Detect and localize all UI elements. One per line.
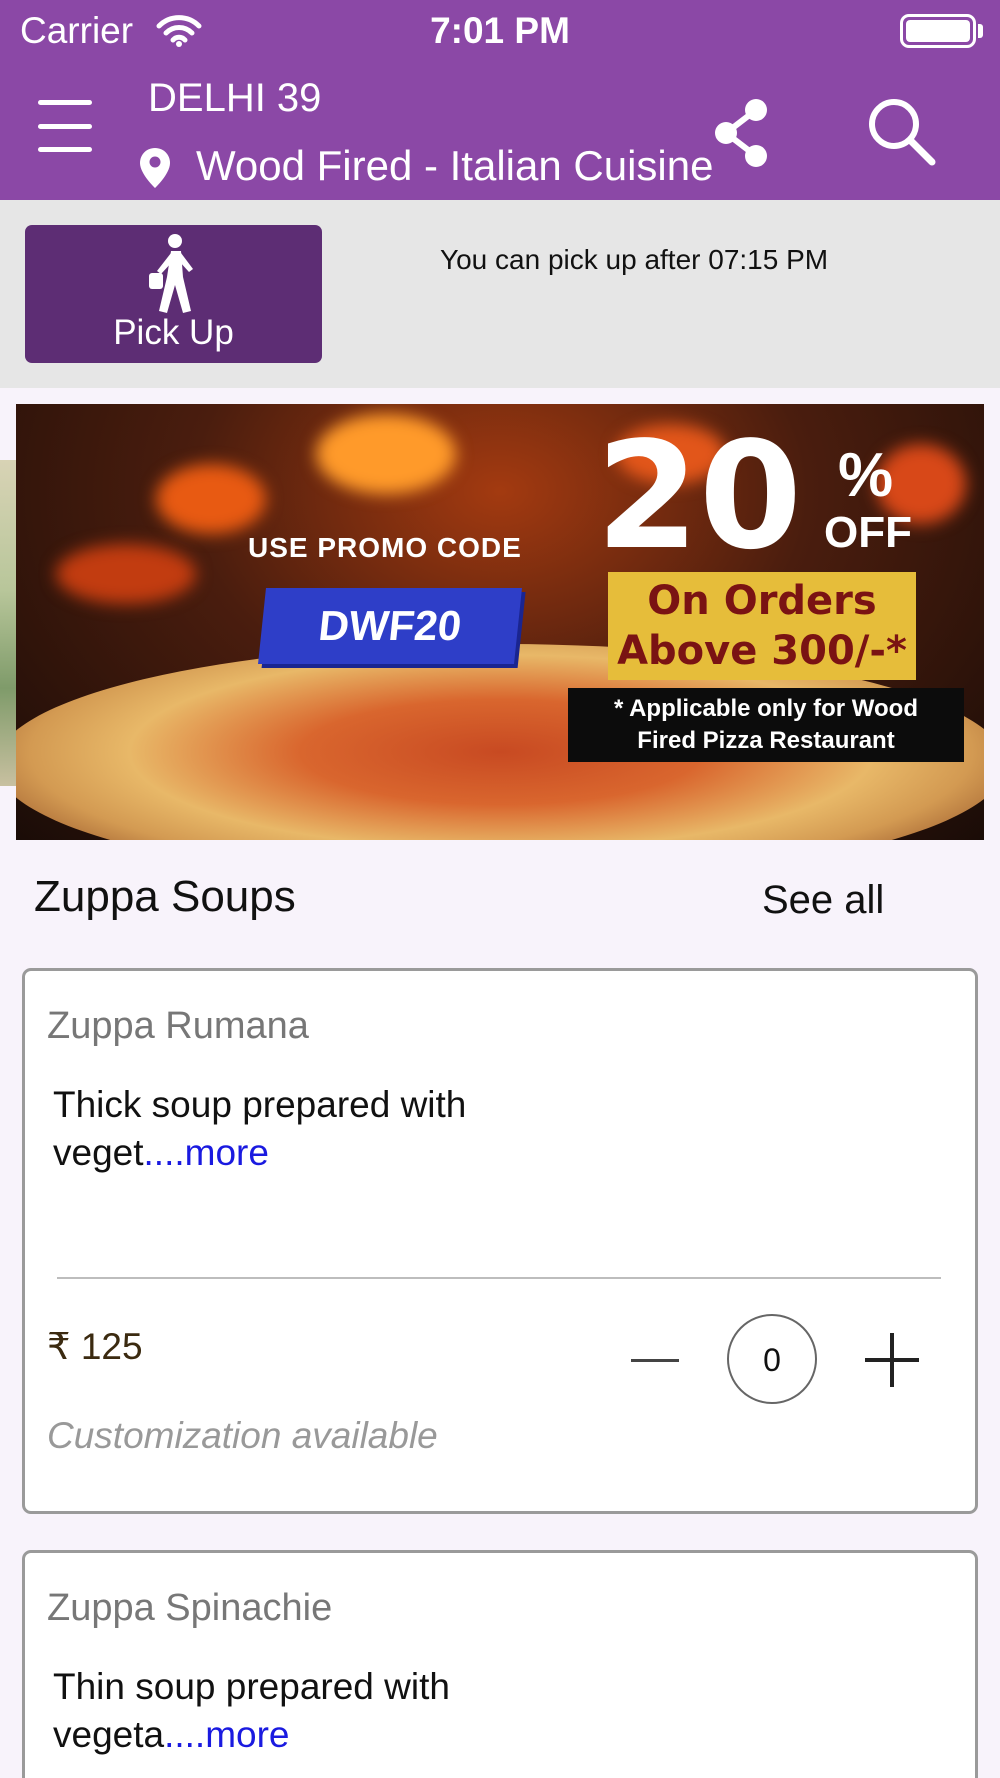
item-description: Thin soup prepared with vegeta....more — [53, 1663, 613, 1759]
card-divider — [57, 1277, 941, 1279]
decrease-quantity-button[interactable] — [631, 1341, 681, 1381]
status-bar: Carrier 7:01 PM — [0, 0, 1000, 64]
note-line-1: * Applicable only for Wood — [613, 695, 918, 722]
restaurant-name[interactable]: Wood Fired - Italian Cuisine — [196, 142, 766, 190]
pickup-button[interactable]: Pick Up — [25, 225, 322, 363]
menu-item-card[interactable]: Zuppa Spinachie Thin soup prepared with … — [22, 1550, 978, 1778]
orders-condition: On Orders Above 300/-* — [608, 572, 916, 680]
more-link[interactable]: ....more — [144, 1132, 269, 1173]
battery-icon — [900, 14, 976, 48]
section-title: Zuppa Soups — [34, 872, 296, 921]
city-label[interactable]: DELHI 39 — [148, 76, 321, 121]
search-icon[interactable] — [866, 96, 936, 166]
fire-glow — [56, 544, 196, 604]
promo-label: USE PROMO CODE — [248, 532, 522, 563]
discount-percent: % — [838, 441, 894, 510]
item-name: Zuppa Rumana — [47, 1005, 309, 1047]
promo-code: DWF20 — [258, 588, 522, 664]
fire-glow — [316, 414, 456, 494]
orders-line-2: Above 300/-* — [617, 628, 907, 674]
customization-note: Customization available — [47, 1415, 438, 1456]
fire-glow — [156, 464, 266, 534]
menu-icon[interactable] — [38, 100, 92, 152]
location-pin-icon — [140, 148, 170, 188]
discount-value: 20 — [596, 410, 802, 582]
menu-item-card[interactable]: Zuppa Rumana Thick soup prepared with ve… — [22, 968, 978, 1514]
quantity-value: 0 — [727, 1314, 817, 1404]
pickup-label: Pick Up — [113, 313, 234, 352]
share-icon[interactable] — [712, 98, 772, 168]
previous-banner-peek[interactable] — [0, 460, 16, 786]
item-name: Zuppa Spinachie — [47, 1587, 333, 1629]
pickup-time-note: You can pick up after 07:15 PM — [440, 244, 829, 275]
clock: 7:01 PM — [430, 10, 570, 51]
note-line-2: Fired Pizza Restaurant — [637, 727, 895, 754]
minus-icon — [631, 1359, 679, 1362]
increase-quantity-button[interactable] — [865, 1333, 919, 1387]
more-link[interactable]: ....more — [164, 1714, 289, 1755]
orders-line-1: On Orders — [647, 578, 877, 624]
discount-off: OFF — [824, 508, 912, 557]
walking-person-icon — [149, 234, 193, 313]
pickup-bar: Pick Up You can pick up after 07:15 PM — [0, 200, 1000, 388]
item-description: Thick soup prepared with veget....more — [53, 1081, 613, 1177]
app-header: Carrier 7:01 PM DELHI 39 Wood Fired - It… — [0, 0, 1000, 200]
promo-banner[interactable]: USE PROMO CODE DWF20 20 % OFF On Orders … — [16, 404, 984, 840]
battery-tip — [978, 24, 983, 38]
applicability-note: * Applicable only for Wood Fired Pizza R… — [568, 688, 964, 762]
item-price: ₹ 125 — [47, 1326, 143, 1367]
see-all-link[interactable]: See all — [762, 878, 884, 923]
